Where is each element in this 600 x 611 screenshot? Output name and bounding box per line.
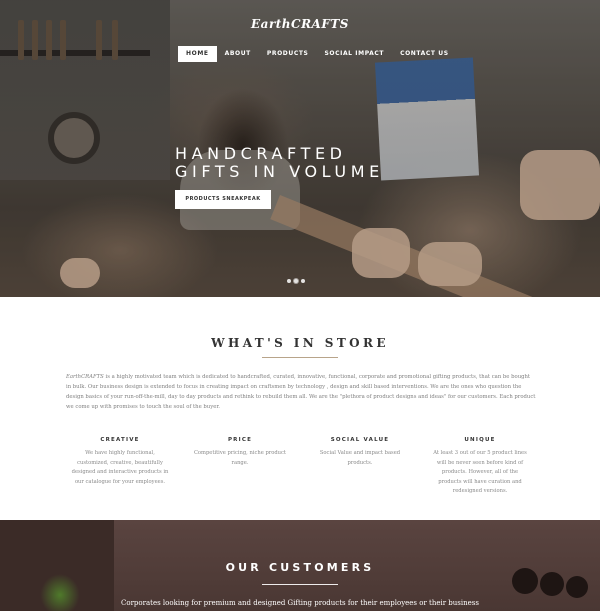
brand-logo[interactable]: EarthCRAFTS [0, 17, 600, 31]
nav-item-contact-us[interactable]: CONTACT US [392, 46, 457, 62]
customers-title-divider [262, 584, 338, 585]
customers-title: OUR CUSTOMERS [225, 561, 375, 574]
products-sneakpeak-button[interactable]: PRODUCTS SNEAKPEAK [175, 190, 271, 209]
slider-dot-1[interactable] [287, 279, 291, 283]
feature-unique: UNIQUE At least 3 out of our 5 product l… [430, 437, 530, 497]
hero-title: HANDCRAFTED GIFTS IN VOLUME [175, 145, 384, 181]
feature-social-value: SOCIAL VALUE Social Value and impact bas… [310, 437, 410, 468]
whats-in-store-section: WHAT'S IN STORE EarthCRAFTS is a highly … [0, 297, 600, 520]
feature-title: SOCIAL VALUE [330, 437, 390, 443]
nav-item-home[interactable]: HOME [178, 46, 217, 62]
hero-slider: EarthCRAFTS HOME ABOUT PRODUCTS SOCIAL I… [0, 0, 600, 297]
feature-creative: CREATIVE We have highly functional, cust… [70, 437, 170, 487]
slider-pagination [287, 279, 305, 283]
feature-text: We have highly functional, customized, c… [71, 450, 169, 485]
title-divider [262, 357, 338, 358]
store-intro: EarthCRAFTS is a highly motivated team w… [66, 372, 536, 412]
feature-text: Social Value and impact based products. [319, 450, 401, 466]
brand-logo-text: EarthCRAFTS [251, 17, 349, 31]
slider-dot-3[interactable] [301, 279, 305, 283]
customers-description: Corporates looking for premium and desig… [121, 599, 479, 607]
nav-item-social-impact[interactable]: SOCIAL IMPACT [316, 46, 392, 62]
our-customers-section: OUR CUSTOMERS Corporates looking for pre… [0, 520, 600, 611]
nav-item-about[interactable]: ABOUT [217, 46, 259, 62]
section-title: WHAT'S IN STORE [211, 336, 389, 350]
hero-title-line1: HANDCRAFTED [175, 144, 347, 163]
feature-text: At least 3 out of our 5 product lines wi… [433, 450, 527, 495]
intro-brand-name: EarthCRAFTS [66, 374, 104, 380]
feature-price: PRICE Competitive pricing, niche product… [190, 437, 290, 468]
feature-list: CREATIVE We have highly functional, cust… [70, 437, 550, 507]
feature-title: UNIQUE [464, 437, 496, 443]
slider-dot-2[interactable] [294, 279, 298, 283]
customers-background-figurine [566, 576, 588, 598]
hero-title-line2: GIFTS IN VOLUME [175, 162, 384, 181]
feature-title: CREATIVE [100, 437, 140, 443]
customers-background-figurine [540, 572, 564, 596]
nav-item-products[interactable]: PRODUCTS [259, 46, 317, 62]
feature-text: Competitive pricing, niche product range… [193, 450, 287, 466]
main-nav: HOME ABOUT PRODUCTS SOCIAL IMPACT CONTAC… [178, 46, 457, 62]
intro-text: is a highly motivated team which is dedi… [66, 374, 536, 410]
feature-title: PRICE [227, 437, 253, 443]
